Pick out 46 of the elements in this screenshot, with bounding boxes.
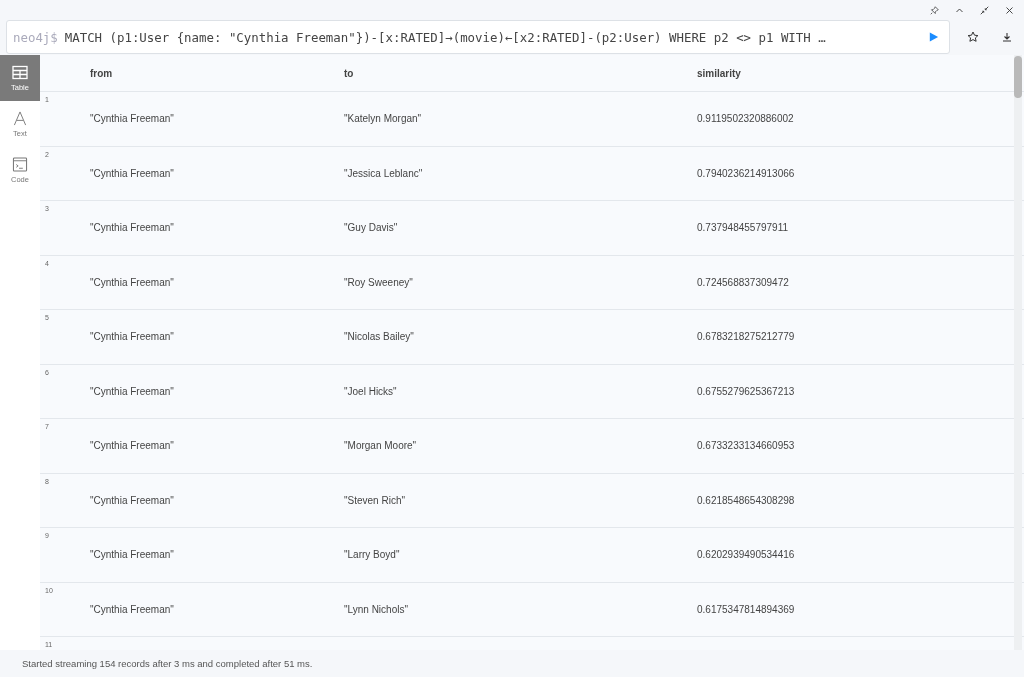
table-cell-text: "Cynthia Freeman" bbox=[90, 494, 175, 506]
table-cell-text: 0.7940236214913066 bbox=[697, 167, 796, 179]
table-cell-text: "Cynthia Freeman" bbox=[90, 549, 175, 561]
query-prompt: neo4j$ bbox=[13, 29, 58, 45]
column-header: from bbox=[90, 67, 114, 79]
table-cell-text: "Jessica Leblanc" bbox=[344, 167, 424, 179]
table-cell-text: 0.9119502320886002 bbox=[697, 113, 795, 125]
table-icon bbox=[12, 64, 28, 80]
table-cell-text: 0.6175347814894369 bbox=[697, 603, 796, 615]
table-cell-text: 0.737948455797911 bbox=[697, 222, 790, 234]
table-cell-text: "Steven Rich" bbox=[344, 494, 406, 506]
table-cell-text: "Cynthia Freeman" bbox=[90, 113, 175, 125]
collapse-icon[interactable] bbox=[980, 5, 989, 15]
table-cell-text: "Cynthia Freeman" bbox=[90, 603, 175, 615]
query-text: MATCH (p1:User {name: "Cynthia Freeman"})-[x:RATED]→(movie)←[x2:RATED]-(p2:User) WHERE p2 <> p1 WITH … bbox=[64, 29, 827, 45]
column-header: to bbox=[344, 67, 355, 79]
terminal-icon bbox=[12, 156, 28, 172]
table-cell-text: "Morgan Moore" bbox=[344, 440, 418, 452]
table-cell-text: 0.6218548654308298 bbox=[697, 494, 796, 506]
table-cell-text: "Nicolas Bailey" bbox=[344, 331, 415, 343]
play-icon[interactable] bbox=[928, 31, 939, 43]
pin-icon[interactable] bbox=[930, 5, 939, 15]
table-cell-text: "Guy Davis" bbox=[344, 222, 399, 234]
close-icon[interactable] bbox=[1005, 5, 1014, 15]
table-cell-text: "Roy Sweeney" bbox=[344, 276, 414, 288]
query-editor[interactable]: neo4j$ MATCH (p1:User {name: "Cynthia Freeman"})-[x:RATED]→(movie)←[x2:RATED]-(p2:User) WHERE p2 <> p1 WITH … bbox=[6, 20, 950, 54]
download-icon[interactable] bbox=[1001, 31, 1013, 43]
letter-a-icon bbox=[12, 110, 28, 126]
table-cell-text: "Cynthia Freeman" bbox=[90, 385, 175, 397]
table-cell-text: 0.6783218275212779 bbox=[697, 331, 796, 343]
star-icon[interactable] bbox=[967, 31, 979, 43]
column-header: similarity bbox=[697, 67, 742, 79]
table-cell-text: "Cynthia Freeman" bbox=[90, 167, 175, 179]
table-cell-text: "Cynthia Freeman" bbox=[90, 331, 175, 343]
table-cell-text: 0.724568837309472 bbox=[697, 276, 790, 288]
table-cell-text: "Joel Hicks" bbox=[344, 385, 398, 397]
table-cell-text: 0.6733233134660953 bbox=[697, 440, 796, 452]
table-cell-text: "Lynn Nichols" bbox=[344, 603, 409, 615]
table-cell-text: 0.6755279625367213 bbox=[697, 385, 796, 397]
table-cell-text: 0.6202939490534416 bbox=[697, 549, 796, 561]
scrollbar[interactable] bbox=[1014, 55, 1022, 650]
table-cell-text: "Cynthia Freeman" bbox=[90, 222, 175, 234]
table-cell-text: "Cynthia Freeman" bbox=[90, 440, 175, 452]
table-cell-text: "Katelyn Morgan" bbox=[344, 113, 423, 125]
table-cell-text: "Cynthia Freeman" bbox=[90, 276, 175, 288]
table-cell-text: "Larry Boyd" bbox=[344, 549, 401, 561]
